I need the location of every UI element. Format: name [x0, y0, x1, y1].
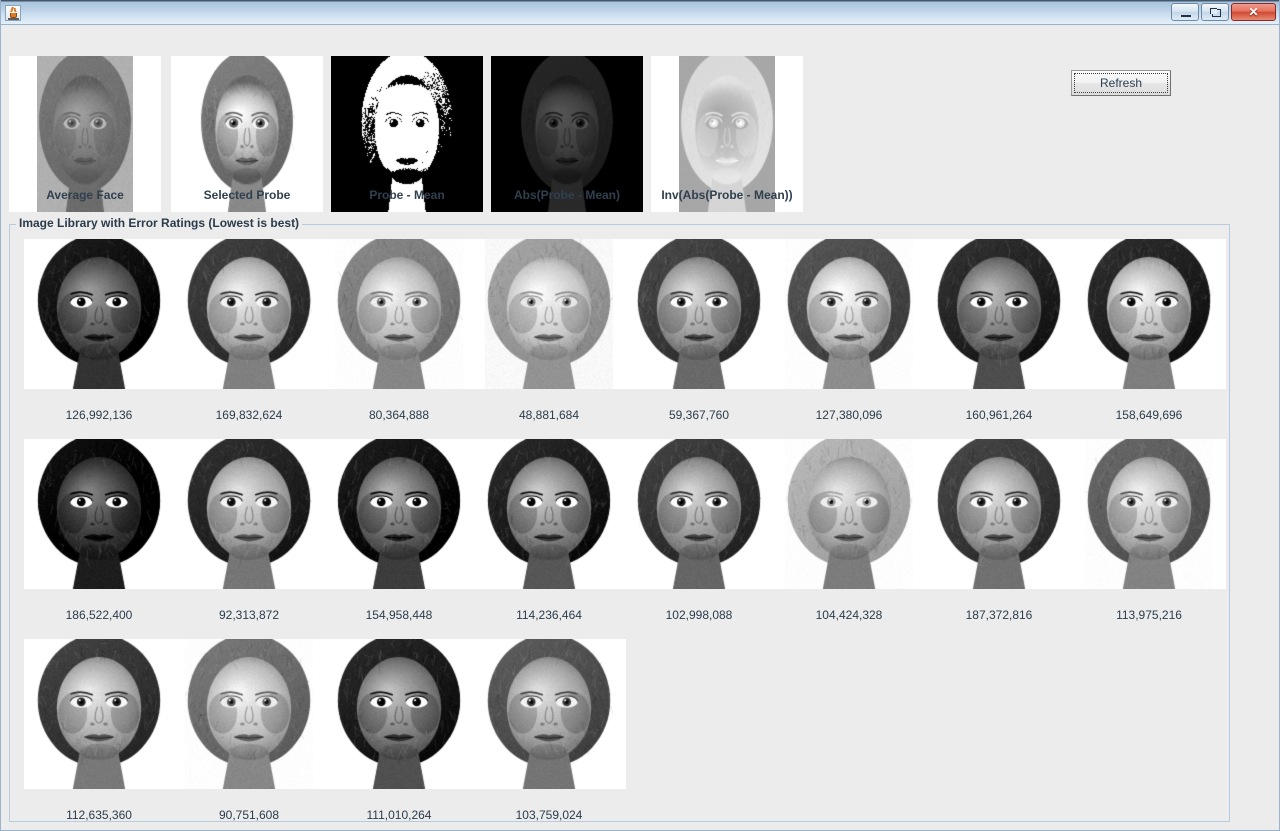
application-window: ✕ Average Face Selected Probe Probe - Me…: [0, 0, 1280, 831]
face-thumbnail-image: [635, 239, 763, 389]
error-rating-label: 186,522,400: [65, 608, 133, 622]
minimize-button[interactable]: [1171, 3, 1199, 21]
gallery-thumbnail-cell[interactable]: [924, 439, 1074, 589]
face-thumbnail-image: [635, 439, 763, 589]
gallery-thumbnail-cell[interactable]: [774, 239, 924, 389]
analysis-card-label-2: Probe - Mean: [369, 188, 445, 202]
minimize-icon: [1181, 15, 1191, 17]
face-thumbnail-image: [785, 239, 913, 389]
error-rating-label: 80,364,888: [368, 408, 430, 422]
face-thumbnail-image: [485, 639, 613, 789]
analysis-card-label-3: Abs(Probe - Mean): [513, 188, 620, 202]
gallery-thumbnail-cell[interactable]: [924, 239, 1074, 389]
error-rating-label: 48,881,684: [518, 408, 580, 422]
gallery-thumbnail-cell[interactable]: [174, 639, 324, 789]
face-thumbnail-image: [935, 439, 1063, 589]
face-thumbnail-image: [35, 439, 163, 589]
face-thumbnail-image: [935, 239, 1063, 389]
gallery-row: [24, 639, 626, 789]
error-rating-label: 114,236,464: [516, 608, 582, 622]
gallery-thumbnail-cell[interactable]: [324, 639, 474, 789]
java-coffee-cup-icon[interactable]: [5, 5, 21, 21]
gallery-thumbnail-cell[interactable]: [474, 439, 624, 589]
error-rating-label: 160,961,264: [965, 408, 1033, 422]
error-rating-label: 113,975,216: [1116, 608, 1182, 622]
error-rating-label: 59,367,760: [668, 408, 730, 422]
gallery-thumbnail-cell[interactable]: [24, 239, 174, 389]
face-thumbnail-image: [485, 439, 613, 589]
face-thumbnail-image: [1085, 439, 1213, 589]
close-button[interactable]: ✕: [1231, 3, 1276, 21]
gallery-thumbnail-cell[interactable]: [24, 639, 174, 789]
analysis-card-label-1: Selected Probe: [203, 188, 291, 202]
refresh-button-label: Refresh: [1074, 73, 1168, 93]
gallery-thumbnail-cell[interactable]: [624, 239, 774, 389]
error-rating-label: 187,372,816: [965, 608, 1033, 622]
refresh-button[interactable]: Refresh: [1071, 70, 1171, 96]
error-rating-label: 126,992,136: [65, 408, 133, 422]
gallery-thumbnail-cell[interactable]: [474, 239, 624, 389]
error-rating-label: 103,759,024: [515, 808, 583, 822]
gallery-row: [24, 439, 1226, 589]
face-thumbnail-image: [485, 239, 613, 389]
gallery-thumbnail-cell[interactable]: [24, 439, 174, 589]
face-thumbnail-image: [185, 639, 313, 789]
analysis-card-label-4: Inv(Abs(Probe - Mean)): [661, 188, 793, 202]
face-thumbnail-image: [335, 639, 463, 789]
error-rating-label: 127,380,096: [815, 408, 883, 422]
face-thumbnail-image: [1085, 239, 1213, 389]
error-rating-label: 154,958,448: [365, 608, 433, 622]
face-thumbnail-image: [35, 239, 163, 389]
window-titlebar[interactable]: ✕: [1, 0, 1279, 25]
face-thumbnail-image: [335, 239, 463, 389]
error-rating-label: 169,832,624: [215, 408, 283, 422]
face-thumbnail-image: [35, 639, 163, 789]
maximize-button[interactable]: [1201, 3, 1229, 21]
gallery-row: [24, 239, 1226, 389]
gallery-thumbnail-cell[interactable]: [624, 439, 774, 589]
error-rating-label: 104,424,328: [815, 608, 883, 622]
gallery-thumbnail-cell[interactable]: [774, 439, 924, 589]
gallery-thumbnail-cell[interactable]: [324, 239, 474, 389]
gallery-thumbnail-cell[interactable]: [324, 439, 474, 589]
error-rating-label: 102,998,088: [665, 608, 733, 622]
error-rating-label: 90,751,608: [218, 808, 280, 822]
analysis-card-label-0: Average Face: [46, 188, 124, 202]
gallery-thumbnail-cell[interactable]: [1074, 439, 1224, 589]
error-rating-label: 92,313,872: [218, 608, 280, 622]
error-rating-label: 158,649,696: [1115, 408, 1183, 422]
image-library-panel: Image Library with Error Ratings (Lowest…: [9, 216, 1230, 822]
window-controls: ✕: [1169, 3, 1276, 21]
close-icon: ✕: [1248, 5, 1259, 19]
analysis-strip: Average Face Selected Probe Probe - Mean…: [1, 25, 1279, 212]
face-thumbnail-image: [335, 439, 463, 589]
maximize-icon-back: [1210, 8, 1217, 14]
gallery-thumbnail-cell[interactable]: [1074, 239, 1224, 389]
image-library-title: Image Library with Error Ratings (Lowest…: [16, 216, 303, 230]
error-rating-label: 111,010,264: [366, 808, 432, 822]
face-thumbnail-image: [185, 439, 313, 589]
face-thumbnail-image: [185, 239, 313, 389]
gallery-thumbnail-cell[interactable]: [474, 639, 624, 789]
gallery-thumbnail-cell[interactable]: [174, 239, 324, 389]
face-thumbnail-image: [785, 439, 913, 589]
gallery-thumbnail-cell[interactable]: [174, 439, 324, 589]
error-rating-label: 112,635,360: [66, 808, 132, 822]
